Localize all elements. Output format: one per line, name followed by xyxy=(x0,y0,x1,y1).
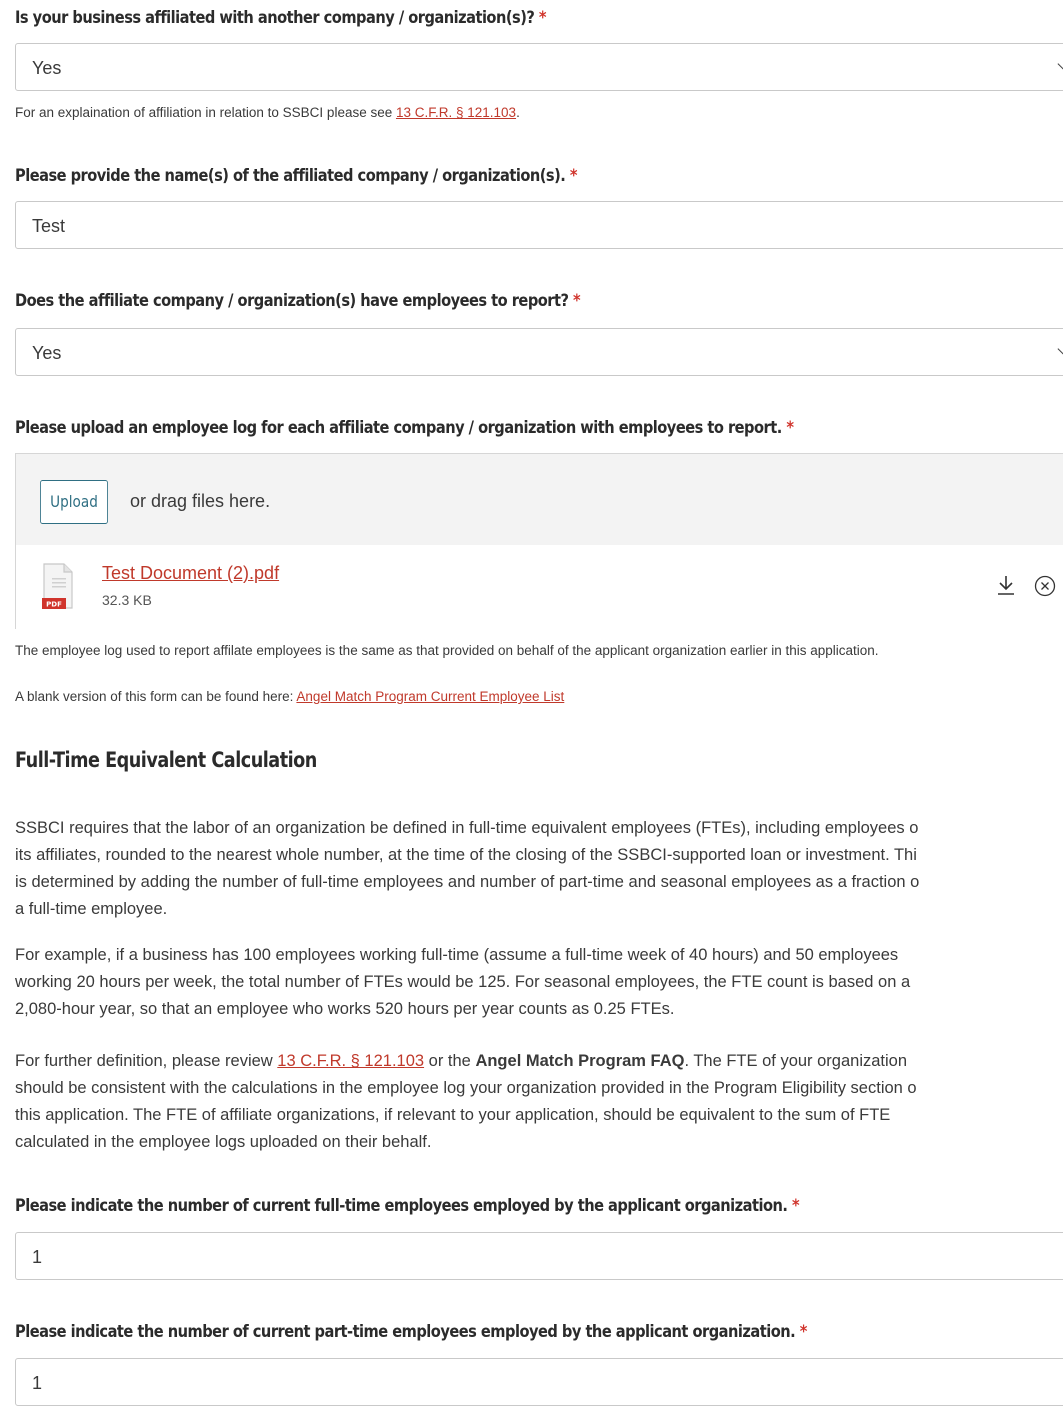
affiliated-question-text: Is your business affiliated with another… xyxy=(15,8,535,28)
fulltime-employees-input[interactable]: 1 xyxy=(15,1232,1063,1280)
required-asterisk: * xyxy=(799,1322,808,1342)
parttime-employees-input[interactable]: 1 xyxy=(15,1358,1063,1406)
required-asterisk: * xyxy=(573,291,581,311)
required-asterisk: * xyxy=(569,166,578,186)
file-upload-area[interactable]: Upload or drag files here. PDF Test Docu… xyxy=(15,453,1063,629)
faq-reference: Angel Match Program FAQ xyxy=(475,1052,685,1070)
fte-paragraph-2: For example, if a business has 100 emplo… xyxy=(15,942,1063,1023)
affiliate-names-label: Please provide the name(s) of the affili… xyxy=(15,166,578,186)
required-asterisk: * xyxy=(786,418,794,438)
paragraph-line: For further definition, please review 13… xyxy=(15,1048,1063,1075)
uploaded-file-row: PDF Test Document (2).pdf 32.3 KB xyxy=(16,545,1063,629)
paragraph-3-prefix: For further definition, please review xyxy=(15,1052,278,1070)
affiliated-select-value: Yes xyxy=(32,58,62,78)
upload-label-text: Please upload an employee log for each a… xyxy=(15,418,782,438)
parttime-employees-label: Please indicate the number of current pa… xyxy=(15,1322,807,1342)
blank-form-help-prefix: A blank version of this form can be foun… xyxy=(15,689,297,704)
blank-form-help-text: A blank version of this form can be foun… xyxy=(15,689,564,704)
paragraph-line: should be consistent with the calculatio… xyxy=(15,1079,917,1097)
employee-log-help-text: The employee log used to report affilate… xyxy=(15,643,879,658)
paragraph-line: working 20 hours per week, the total num… xyxy=(15,973,911,991)
paragraph-line: its affiliates, rounded to the nearest w… xyxy=(15,846,917,864)
employee-list-link[interactable]: Angel Match Program Current Employee Lis… xyxy=(296,689,564,704)
paragraph-3-mid: or the xyxy=(424,1052,476,1070)
required-asterisk: * xyxy=(538,8,547,28)
affiliate-names-input[interactable]: Test xyxy=(15,201,1063,249)
affiliate-names-value: Test xyxy=(32,216,66,236)
paragraph-line: For example, if a business has 100 emplo… xyxy=(15,946,899,964)
upload-label: Please upload an employee log for each a… xyxy=(15,418,794,438)
cfr-link[interactable]: 13 C.F.R. § 121.103 xyxy=(396,105,516,120)
download-icon[interactable] xyxy=(994,573,1018,597)
pdf-badge: PDF xyxy=(46,601,62,609)
chevron-down-icon xyxy=(1057,55,1063,73)
pdf-file-icon: PDF xyxy=(42,563,73,609)
affiliate-names-text: Please provide the name(s) of the affili… xyxy=(15,166,566,186)
uploaded-file-size: 32.3 KB xyxy=(102,592,152,608)
affiliate-employees-text: Does the affiliate company / organizatio… xyxy=(15,291,569,311)
fte-paragraph-3: For further definition, please review 13… xyxy=(15,1048,1063,1156)
affiliate-employees-label: Does the affiliate company / organizatio… xyxy=(15,291,581,311)
required-asterisk: * xyxy=(792,1196,800,1216)
affiliation-help-text: For an explaination of affiliation in re… xyxy=(15,105,520,120)
fte-section-title: Full-Time Equivalent Calculation xyxy=(15,748,317,772)
affiliation-help-prefix: For an explaination of affiliation in re… xyxy=(15,105,396,120)
paragraph-3-suffix: . The FTE of your organization xyxy=(684,1052,908,1070)
affiliate-employees-select[interactable]: Yes xyxy=(15,328,1063,376)
paragraph-line: is determined by adding the number of fu… xyxy=(15,873,920,891)
affiliate-employees-select-value: Yes xyxy=(32,343,62,363)
remove-file-icon[interactable] xyxy=(1034,575,1056,597)
uploaded-file-name[interactable]: Test Document (2).pdf xyxy=(102,563,279,584)
parttime-employees-text: Please indicate the number of current pa… xyxy=(15,1322,796,1342)
paragraph-line: calculated in the employee logs uploaded… xyxy=(15,1133,432,1151)
affiliation-help-suffix: . xyxy=(516,105,520,120)
cfr-link-2[interactable]: 13 C.F.R. § 121.103 xyxy=(277,1052,424,1070)
paragraph-line: 2,080-hour year, so that an employee who… xyxy=(15,1000,675,1018)
fulltime-employees-label: Please indicate the number of current fu… xyxy=(15,1196,800,1216)
upload-button[interactable]: Upload xyxy=(40,480,108,524)
affiliated-select[interactable]: Yes xyxy=(15,43,1063,91)
fte-paragraph-1: SSBCI requires that the labor of an orga… xyxy=(15,815,1063,923)
parttime-employees-value: 1 xyxy=(32,1373,43,1393)
affiliated-question-label: Is your business affiliated with another… xyxy=(15,8,547,28)
paragraph-line: a full-time employee. xyxy=(15,900,168,918)
paragraph-line: SSBCI requires that the labor of an orga… xyxy=(15,819,919,837)
drag-files-text: or drag files here. xyxy=(130,491,271,511)
paragraph-line: this application. The FTE of affiliate o… xyxy=(15,1106,891,1124)
fulltime-employees-text: Please indicate the number of current fu… xyxy=(15,1196,788,1216)
fulltime-employees-value: 1 xyxy=(32,1247,43,1267)
chevron-down-icon xyxy=(1057,340,1063,358)
